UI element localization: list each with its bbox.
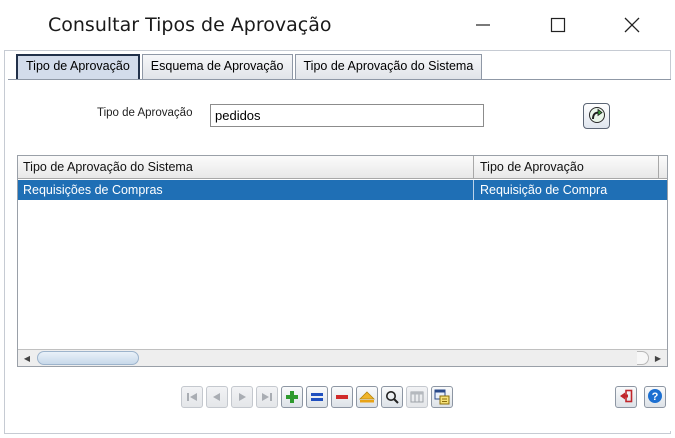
table-row[interactable]: Requisições de Compras Requisição de Com… (18, 180, 667, 200)
column-header-tipo-sistema[interactable]: Tipo de Aprovação do Sistema (18, 156, 474, 179)
arrow-forward-icon (588, 106, 606, 127)
exit-icon (619, 389, 633, 406)
scroll-left-icon[interactable]: ◀ (19, 350, 35, 366)
remove-icon (335, 390, 349, 404)
close-button[interactable] (612, 8, 652, 42)
add-button[interactable] (281, 386, 303, 408)
maximize-button[interactable] (538, 8, 578, 42)
columns-icon (410, 390, 424, 404)
exit-button[interactable] (615, 386, 637, 408)
export-icon (434, 389, 450, 405)
maximize-icon (550, 17, 566, 33)
next-record-button[interactable] (231, 386, 253, 408)
results-grid: Tipo de Aprovação do Sistema Tipo de Apr… (17, 155, 668, 367)
svg-text:?: ? (652, 391, 659, 403)
previous-record-icon (210, 391, 224, 403)
columns-button[interactable] (406, 386, 428, 408)
tab-esquema-de-aprovacao[interactable]: Esquema de Aprovação (141, 54, 293, 79)
scroll-track-end (637, 351, 649, 365)
search-label: Tipo de Aprovação (97, 107, 193, 119)
table-cell: Requisição de Compra (480, 183, 608, 197)
horizontal-scrollbar[interactable]: ◀ ▶ (18, 349, 667, 366)
close-icon (624, 17, 640, 33)
help-icon: ? (647, 388, 663, 407)
clear-icon (359, 390, 375, 404)
go-button[interactable] (583, 103, 610, 129)
last-record-icon (260, 391, 274, 403)
export-button[interactable] (431, 386, 453, 408)
window-title: Consultar Tipos de Aprovação (48, 14, 332, 36)
table-cell: Requisições de Compras (18, 180, 474, 200)
equals-icon (310, 390, 324, 404)
equals-button[interactable] (306, 386, 328, 408)
scroll-thumb[interactable] (37, 351, 139, 365)
title-bar: Consultar Tipos de Aprovação (0, 0, 675, 50)
grid-header: Tipo de Aprovação do Sistema Tipo de Apr… (18, 156, 667, 179)
help-button[interactable]: ? (644, 386, 666, 408)
first-record-button[interactable] (181, 386, 203, 408)
first-record-icon (185, 391, 199, 403)
tab-strip: Tipo de Aprovação Esquema de Aprovação T… (16, 54, 483, 79)
column-header-tipo-aprovacao[interactable]: Tipo de Aprovação (475, 156, 659, 179)
previous-record-button[interactable] (206, 386, 228, 408)
remove-button[interactable] (331, 386, 353, 408)
search-icon (385, 390, 399, 404)
last-record-button[interactable] (256, 386, 278, 408)
next-record-icon (235, 391, 249, 403)
tab-tipo-de-aprovacao[interactable]: Tipo de Aprovação (16, 54, 140, 79)
scroll-right-icon[interactable]: ▶ (650, 350, 666, 366)
clear-button[interactable] (356, 386, 378, 408)
minimize-icon (475, 17, 491, 33)
search-input[interactable] (210, 104, 484, 127)
minimize-button[interactable] (463, 8, 503, 42)
search-button[interactable] (381, 386, 403, 408)
record-toolbar (181, 386, 453, 408)
tab-tipo-de-aprovacao-do-sistema[interactable]: Tipo de Aprovação do Sistema (294, 54, 483, 79)
header-filler (658, 156, 667, 179)
add-icon (285, 390, 299, 404)
